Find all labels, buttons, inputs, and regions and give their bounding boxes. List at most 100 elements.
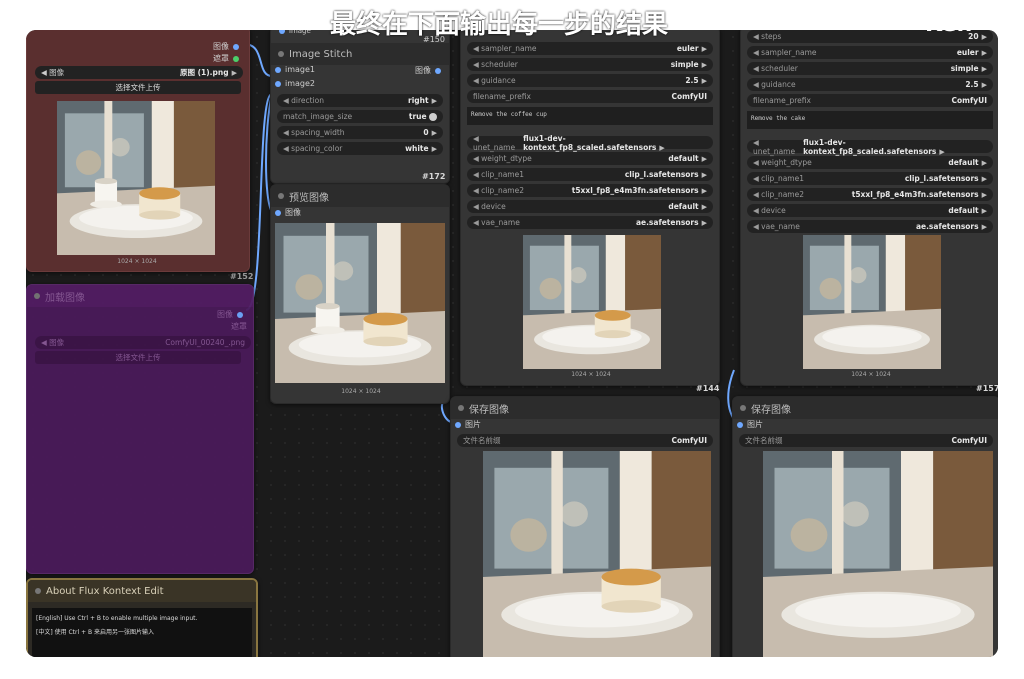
direction-widget[interactable]: ◀ direction right ▶ <box>277 94 443 107</box>
output-image-socket[interactable]: 图像 <box>213 41 243 52</box>
input-image1-socket[interactable]: image1 图像 <box>271 65 449 79</box>
left-guidance-widget[interactable]: ◀ guidance 2.5 ▶ <box>467 74 713 87</box>
load-image-node[interactable]: 图像 遮罩 ◀ 图像 原图 (1).png ▶ 选择文件上传 1024 × 102… <box>26 30 250 272</box>
right-clip2-widget[interactable]: ◀ clip_name2 t5xxl_fp8_e4m3fn.safetensors… <box>747 188 993 201</box>
output2-image-socket[interactable]: 图像 <box>217 309 247 320</box>
left-vae-key: vae_name <box>481 218 520 227</box>
output2-image-label: 图像 <box>217 310 233 319</box>
left-unet-widget[interactable]: ◀ unet_name flux1-dev-kontext_fp8_scaled.… <box>467 133 713 152</box>
left-scheduler-value: simple <box>670 60 699 69</box>
left-scheduler-key: scheduler <box>481 60 518 69</box>
left-save-prefix-input[interactable]: 文件名前缀 ComfyUI <box>457 434 713 447</box>
right-sampler-widget[interactable]: ◀ sampler_name euler ▶ <box>747 46 993 59</box>
right-result-size: 1024 × 1024 <box>851 371 891 378</box>
right-filename-key: filename_prefix <box>753 96 811 105</box>
left-weight-value: default <box>668 154 699 163</box>
right-device-key: device <box>761 206 786 215</box>
left-vae-widget[interactable]: ◀ vae_name ae.safetensors ▶ <box>467 216 713 229</box>
right-clip1-key: clip_name1 <box>761 174 804 183</box>
left-save-input-socket[interactable]: 图片 <box>451 419 719 431</box>
left-clip2-widget[interactable]: ◀ clip_name2 t5xxl_fp8_e4m3fn.safetensors… <box>467 184 713 197</box>
left-node-id: #144 <box>696 384 720 393</box>
right-save-prefix-key: 文件名前缀 <box>745 436 783 445</box>
left-clip2-value: t5xxl_fp8_e4m3fn.safetensors <box>571 186 699 195</box>
kontext-group-right[interactable]: ◀ steps 20 ▶ ◀ sampler_name euler ▶ ◀ schedu… <box>740 30 998 386</box>
left-filename-prefix-input[interactable]: filename_prefix ComfyUI <box>467 90 713 103</box>
image-select-right-arrow[interactable]: ▶ <box>232 69 237 77</box>
about-note-node[interactable]: About Flux Kontext Edit [English] Use Ct… <box>26 578 258 657</box>
spacing-color-key: spacing_color <box>291 144 343 153</box>
spacing-color-widget[interactable]: ◀ spacing_color white ▶ <box>277 142 443 155</box>
about-text[interactable]: [English] Use Ctrl + B to enable multipl… <box>32 608 252 657</box>
right-device-value: default <box>948 206 979 215</box>
node-canvas[interactable]: 图像 遮罩 ◀ 图像 原图 (1).png ▶ 选择文件上传 1024 × 102… <box>26 30 998 657</box>
preview-input-socket[interactable]: 图像 <box>271 207 449 221</box>
left-save-input-label: 图片 <box>465 420 481 429</box>
upload2-button[interactable]: 选择文件上传 <box>35 351 241 364</box>
preview-input-label: 图像 <box>285 208 301 217</box>
match-size-key: match_image_size <box>283 112 353 121</box>
stitch-output-socket[interactable]: 图像 <box>415 65 445 76</box>
left-sampler-widget[interactable]: ◀ sampler_name euler ▶ <box>467 42 713 55</box>
left-result-preview <box>523 235 661 369</box>
left-prompt-textarea[interactable]: Remove the coffee cup <box>467 107 713 125</box>
right-device-widget[interactable]: ◀ device default ▶ <box>747 204 993 217</box>
upload-button[interactable]: 选择文件上传 <box>35 81 241 94</box>
left-device-key: device <box>481 202 506 211</box>
output2-mask-socket[interactable]: 遮罩 <box>231 321 247 332</box>
image-stitch-node[interactable]: image #150 Image Stitch image1 图像 image2 … <box>270 30 450 184</box>
right-unet-widget[interactable]: ◀ unet_name flux1-dev-kontext_fp8_scaled.… <box>747 138 993 156</box>
input-image1-label: image1 <box>285 65 316 74</box>
right-sampler-value: euler <box>956 48 979 57</box>
spacing-width-widget[interactable]: ◀ spacing_width 0 ▶ <box>277 126 443 139</box>
image2-select-left-arrow[interactable]: ◀ 图像 <box>41 337 64 348</box>
left-filename-value: ComfyUI <box>671 92 707 101</box>
left-save-image-node[interactable]: 保存图像 图片 文件名前缀 ComfyUI <box>450 396 720 657</box>
image-select[interactable]: ◀ 图像 原图 (1).png ▶ <box>35 66 243 79</box>
right-vae-key: vae_name <box>761 222 800 231</box>
left-sampler-key: sampler_name <box>481 44 537 53</box>
left-weight-key: weight_dtype <box>481 154 532 163</box>
load-image-2-title: 加载图像 <box>45 292 85 304</box>
right-save-title: 保存图像 <box>751 404 791 416</box>
right-weight-widget[interactable]: ◀ weight_dtype default ▶ <box>747 156 993 169</box>
left-weight-widget[interactable]: ◀ weight_dtype default ▶ <box>467 152 713 165</box>
right-guidance-widget[interactable]: ◀ guidance 2.5 ▶ <box>747 78 993 91</box>
spacing-width-key: spacing_width <box>291 128 345 137</box>
output2-mask-label: 遮罩 <box>231 322 247 331</box>
spacing-color-value: white <box>405 144 429 153</box>
output-mask-socket[interactable]: 遮罩 <box>213 53 243 64</box>
right-clip1-widget[interactable]: ◀ clip_name1 clip_l.safetensors ▶ <box>747 172 993 185</box>
kontext-group-left[interactable]: ◀ sampler_name euler ▶ ◀ scheduler simple ▶ … <box>460 30 720 386</box>
right-clip1-value: clip_l.safetensors <box>904 174 979 183</box>
match-size-toggle[interactable]: match_image_size true <box>277 110 443 123</box>
right-save-image-node[interactable]: 保存图像 图片 文件名前缀 ComfyUI <box>732 396 998 657</box>
right-prompt-textarea[interactable]: Remove the cake <box>747 111 993 129</box>
preview-image-node[interactable]: 预览图像 图像 1024 × 1024 <box>270 184 450 404</box>
left-clip1-key: clip_name1 <box>481 170 524 179</box>
right-save-prefix-input[interactable]: 文件名前缀 ComfyUI <box>739 434 993 447</box>
load-image-2-node[interactable]: 加载图像 图像 遮罩 ◀ 图像 ComfyUI_00240_.png 选择文件上… <box>26 284 254 574</box>
right-save-prefix-value: ComfyUI <box>951 436 987 445</box>
right-filename-value: ComfyUI <box>951 96 987 105</box>
right-weight-value: default <box>948 158 979 167</box>
right-save-input-label: 图片 <box>747 420 763 429</box>
input-image2-label: image2 <box>285 79 316 88</box>
right-vae-widget[interactable]: ◀ vae_name ae.safetensors ▶ <box>747 220 993 233</box>
left-saved-image <box>483 451 711 657</box>
left-filename-key: filename_prefix <box>473 92 531 101</box>
image2-select[interactable]: ◀ 图像 ComfyUI_00240_.png <box>35 336 251 349</box>
load-image-size: 1024 × 1024 <box>117 258 157 265</box>
left-scheduler-widget[interactable]: ◀ scheduler simple ▶ <box>467 58 713 71</box>
left-save-prefix-key: 文件名前缀 <box>463 436 501 445</box>
left-clip1-widget[interactable]: ◀ clip_name1 clip_l.safetensors ▶ <box>467 168 713 181</box>
match-size-value: true <box>408 112 427 121</box>
right-filename-prefix-input[interactable]: filename_prefix ComfyUI <box>747 94 993 107</box>
input-image2-socket[interactable]: image2 <box>271 79 449 91</box>
left-unet-value: flux1-dev-kontext_fp8_scaled.safetensors <box>523 133 657 152</box>
left-device-widget[interactable]: ◀ device default ▶ <box>467 200 713 213</box>
preview-title: 预览图像 <box>289 192 329 204</box>
image-select-left-arrow[interactable]: ◀ 图像 <box>41 67 64 78</box>
right-save-input-socket[interactable]: 图片 <box>733 419 998 431</box>
right-scheduler-widget[interactable]: ◀ scheduler simple ▶ <box>747 62 993 75</box>
